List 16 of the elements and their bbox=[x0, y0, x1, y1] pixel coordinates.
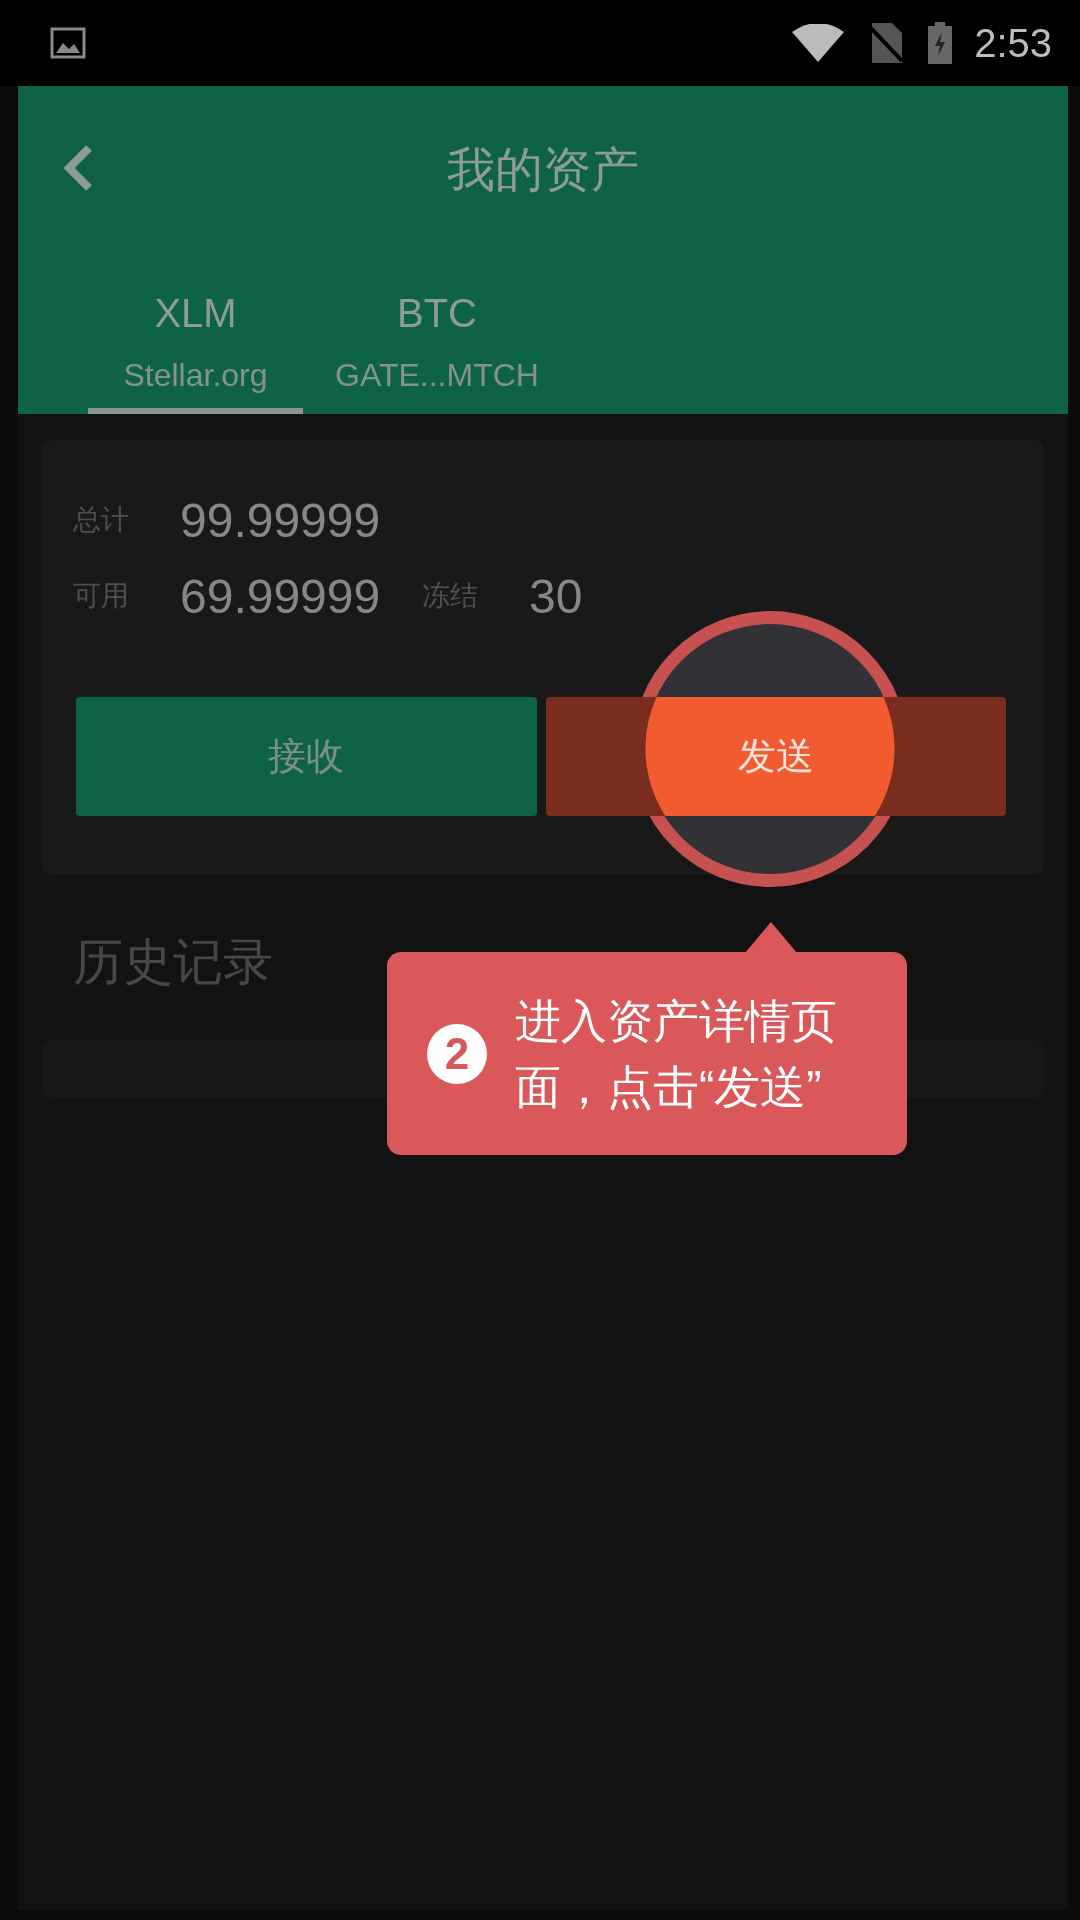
receive-button[interactable]: 接收 bbox=[76, 697, 537, 816]
wifi-icon bbox=[792, 24, 845, 62]
step-number: 2 bbox=[427, 1023, 487, 1084]
clock-time: 2:53 bbox=[974, 20, 1052, 66]
total-value: 99.99999 bbox=[180, 492, 381, 548]
tooltip-text: 进入资产详情页面，点击“发送” bbox=[515, 993, 838, 1115]
back-icon bbox=[63, 144, 93, 192]
asset-tab[interactable]: XLM Stellar.org bbox=[88, 254, 303, 414]
no-sim-icon bbox=[870, 23, 903, 63]
frozen-value: 30 bbox=[529, 568, 583, 624]
page-title: 我的资产 bbox=[447, 142, 639, 198]
image-icon bbox=[50, 27, 86, 59]
asset-tab[interactable]: BTC GATE...MTCH bbox=[317, 254, 557, 414]
battery-icon bbox=[928, 22, 953, 64]
send-button[interactable]: 发送 bbox=[545, 697, 1006, 816]
available-value: 69.99999 bbox=[180, 568, 382, 624]
